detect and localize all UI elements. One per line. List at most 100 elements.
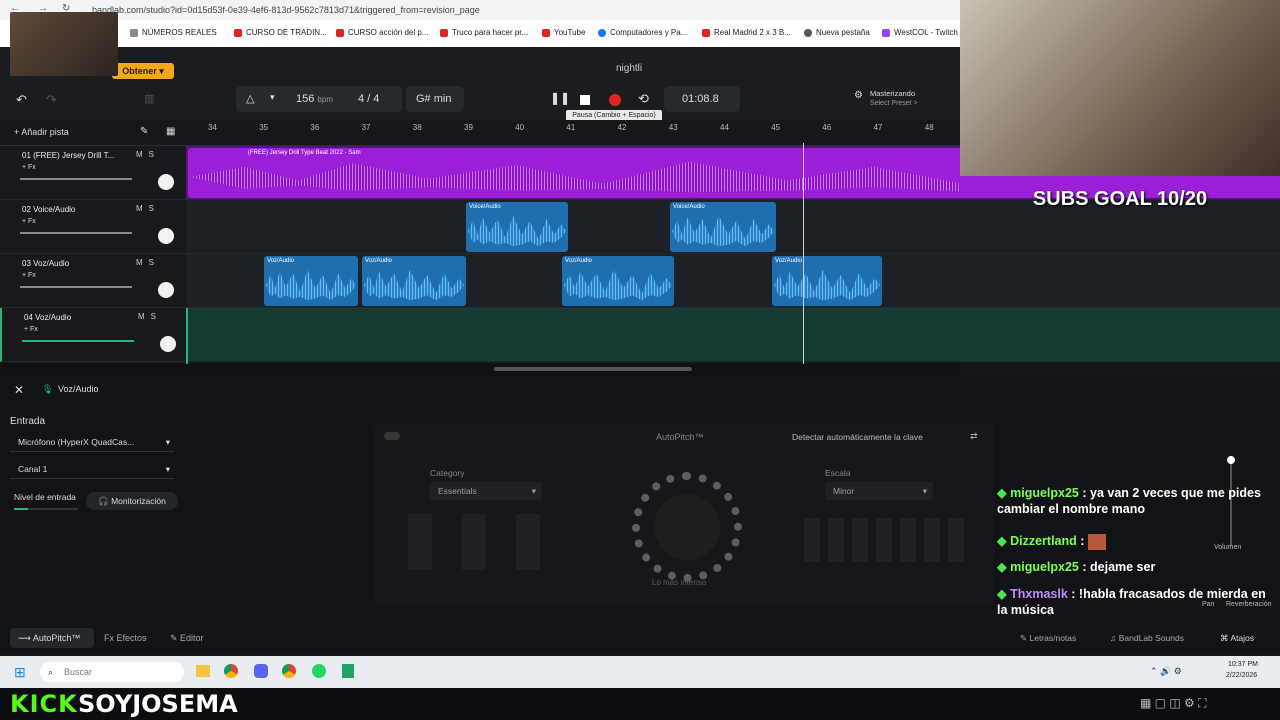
pan-knob[interactable] <box>158 174 174 190</box>
ruler-tick[interactable]: 48 <box>925 123 934 132</box>
track-header-3[interactable]: 03 Voz/Audio + Fx MS <box>0 254 186 308</box>
category-select[interactable]: Essentials ▾ <box>430 482 542 500</box>
ruler-tick[interactable]: 47 <box>874 123 883 132</box>
ruler-tick[interactable]: 46 <box>822 123 831 132</box>
bookmark-item[interactable]: CURSO DE TRADIN... <box>234 28 327 37</box>
track-header-1[interactable]: 01 (FREE) Jersey Drill T... + Fx MS <box>0 146 186 200</box>
piano-keys[interactable] <box>804 518 964 562</box>
fader-thumb[interactable] <box>1227 456 1235 464</box>
solo-button[interactable]: S <box>151 312 162 321</box>
audio-clip[interactable]: Voice/Audio <box>670 202 776 252</box>
track-name[interactable]: 02 Voice/Audio <box>22 205 75 214</box>
preset-grid[interactable] <box>408 514 568 570</box>
mastering-title[interactable]: Masterizando <box>870 89 915 98</box>
track-lane-4[interactable] <box>186 308 1280 362</box>
ruler-tick[interactable]: 40 <box>515 123 524 132</box>
close-icon[interactable]: ✕ <box>14 383 24 397</box>
windows-start-icon[interactable]: ⊞ <box>14 664 26 681</box>
volume-slider[interactable] <box>20 286 132 288</box>
ruler-tick[interactable]: 42 <box>618 123 627 132</box>
tempo-value[interactable]: 156 bpm <box>296 93 333 105</box>
bookmark-item[interactable]: Truco para hacer pr... <box>440 28 528 37</box>
pan-knob[interactable] <box>158 228 174 244</box>
ruler-tick[interactable]: 34 <box>208 123 217 132</box>
tray-icons[interactable]: ⌃ 🔊 ⚙ <box>1150 666 1182 677</box>
pause-icon[interactable]: ❚❚ <box>550 91 570 105</box>
add-fx-button[interactable]: + Fx <box>22 164 36 171</box>
scale-select[interactable]: Minor ▾ <box>825 482 933 500</box>
chrome-icon[interactable] <box>224 664 238 678</box>
pan-knob[interactable] <box>158 282 174 298</box>
bookmark-item[interactable]: Real Madrid 2 x 3 B... <box>702 28 791 37</box>
mastering-preset[interactable]: Select Preset > <box>870 100 918 107</box>
mixer-icon[interactable]: ▥ <box>144 92 154 105</box>
metronome-icon[interactable]: △ <box>246 92 254 105</box>
ruler-tick[interactable]: 36 <box>310 123 319 132</box>
tab-shortcuts[interactable]: ⌘ Atajos <box>1220 633 1254 644</box>
pencil-icon[interactable]: ✎ <box>140 126 148 137</box>
channel-select[interactable]: Canal 1 ▾ <box>10 459 174 479</box>
detect-key-button[interactable]: Detectar automáticamente la clave <box>792 432 923 442</box>
taskbar-search[interactable]: ⌕ Buscar <box>40 662 184 682</box>
mute-solo[interactable]: MS <box>136 258 160 267</box>
undo-icon[interactable]: ↶ <box>16 92 27 108</box>
bookmark-item[interactable]: CURSO acción del p... <box>336 28 428 37</box>
monitoring-button[interactable]: 🎧 Monitorización <box>86 492 178 510</box>
track-lane-3[interactable]: Voz/Audio Voz/Audio Voz/Audio Voz/Audio <box>186 254 1280 308</box>
stop-icon[interactable] <box>580 95 590 105</box>
discord-icon[interactable] <box>254 664 268 678</box>
add-fx-button[interactable]: + Fx <box>24 326 38 333</box>
mastering-icon[interactable]: ⚙ <box>854 90 863 101</box>
tab-bandlab-sounds[interactable]: ♫ BandLab Sounds <box>1110 633 1184 643</box>
ruler-tick[interactable]: 39 <box>464 123 473 132</box>
volume-slider[interactable] <box>20 232 132 234</box>
track-name[interactable]: 04 Voz/Audio <box>24 313 71 322</box>
volume-slider[interactable] <box>22 340 134 342</box>
solo-button[interactable]: S <box>149 204 160 213</box>
bookmark-item[interactable]: NÚMEROS REALES <box>130 28 217 37</box>
ruler-tick[interactable]: 38 <box>413 123 422 132</box>
clock-time[interactable]: 10:37 PM <box>1228 661 1258 668</box>
mute-solo[interactable]: MS <box>138 312 162 321</box>
add-track-button[interactable]: + Añadir pista <box>14 127 69 137</box>
tab-editor[interactable]: ✎ Editor <box>170 633 204 644</box>
solo-button[interactable]: S <box>149 150 160 159</box>
redo-icon[interactable]: ↷ <box>46 92 57 108</box>
player-controls-icons[interactable]: ▦ ▢ ◫ ⚙ ⛶ <box>1140 696 1207 711</box>
audio-clip[interactable]: Voz/Audio <box>264 256 358 306</box>
time-signature[interactable]: 4 / 4 <box>358 93 379 105</box>
settings-icon[interactable]: ⇄ <box>970 431 978 442</box>
tab-effects[interactable]: Fx Efectos <box>104 633 147 643</box>
file-explorer-icon[interactable] <box>196 665 210 677</box>
tab-lyrics[interactable]: ✎ Letras/notas <box>1020 633 1076 644</box>
track-header-4[interactable]: 04 Voz/Audio + Fx MS <box>0 308 186 362</box>
spreadsheet-icon[interactable] <box>342 664 354 678</box>
url-field[interactable]: bandlab.com/studio?id=0d15d53f-0e39-4ef6… <box>92 3 532 17</box>
project-title[interactable]: nightli <box>616 63 642 74</box>
audio-clip[interactable]: Voz/Audio <box>772 256 882 306</box>
grid-icon[interactable]: ▦ <box>166 126 175 137</box>
ruler-tick[interactable]: 45 <box>771 123 780 132</box>
audio-clip[interactable]: Voice/Audio <box>466 202 568 252</box>
volume-slider[interactable] <box>20 178 132 180</box>
ruler-tick[interactable]: 37 <box>362 123 371 132</box>
solo-button[interactable]: S <box>149 258 160 267</box>
bookmark-item[interactable]: WestCOL - Twitch <box>882 28 958 37</box>
mic-select[interactable]: Micrófono (HyperX QuadCas... ▾ <box>10 432 174 452</box>
horizontal-scrollbar[interactable] <box>494 367 692 371</box>
loop-icon[interactable]: ⟲ <box>638 91 649 107</box>
add-fx-button[interactable]: + Fx <box>22 272 36 279</box>
ruler-tick[interactable]: 41 <box>566 123 575 132</box>
mute-button[interactable]: M <box>138 312 151 321</box>
mute-solo[interactable]: MS <box>136 204 160 213</box>
track-name[interactable]: 03 Voz/Audio <box>22 259 69 268</box>
mute-solo[interactable]: MS <box>136 150 160 159</box>
add-fx-button[interactable]: + Fx <box>22 218 36 225</box>
mute-button[interactable]: M <box>136 258 149 267</box>
clock-date[interactable]: 2/22/2026 <box>1226 672 1257 679</box>
bookmark-item[interactable]: Computadores y Pa... <box>598 28 687 37</box>
autopitch-toggle[interactable] <box>384 432 400 440</box>
playhead[interactable] <box>803 143 804 375</box>
obtener-button[interactable]: Obtener ▾ <box>112 63 174 79</box>
mute-button[interactable]: M <box>136 204 149 213</box>
